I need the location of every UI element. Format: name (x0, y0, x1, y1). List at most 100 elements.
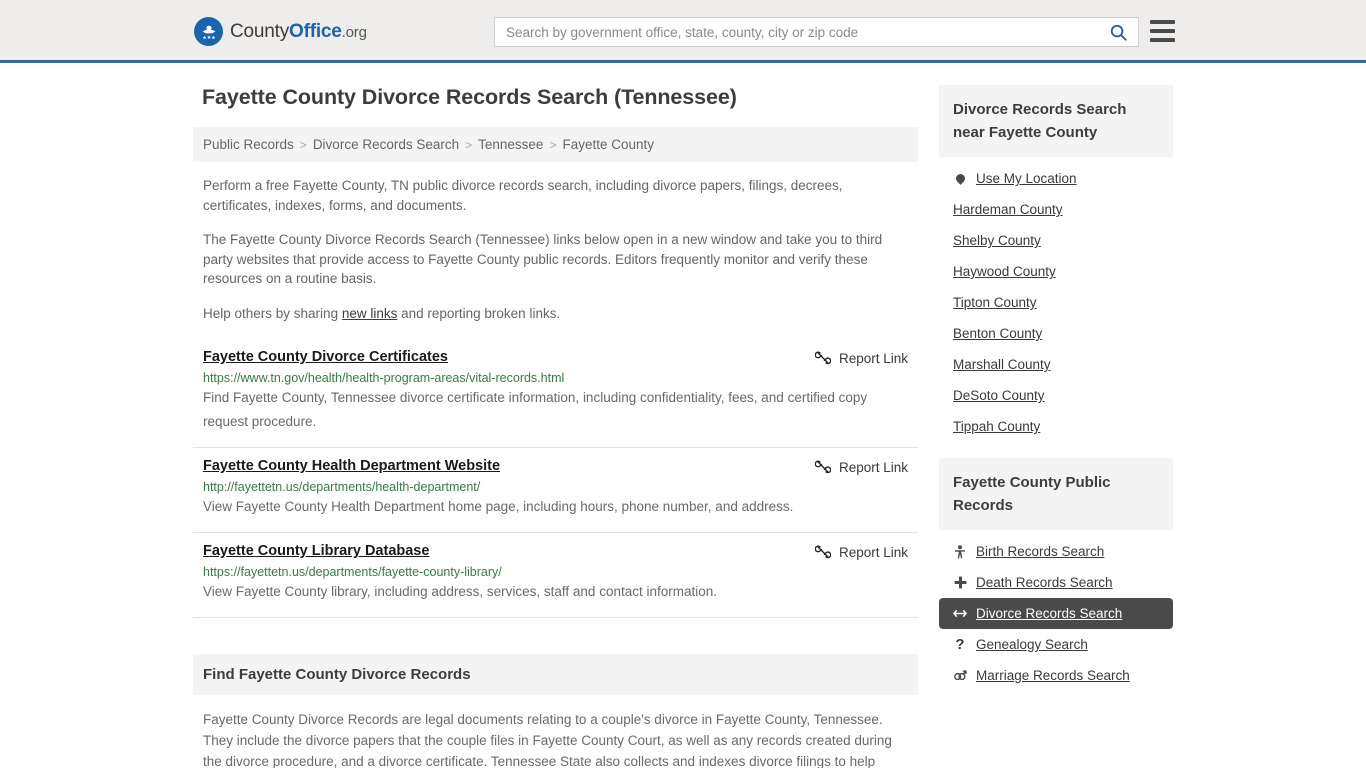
broken-link-icon (814, 545, 831, 559)
intro-paragraph-2: The Fayette County Divorce Records Searc… (203, 232, 883, 286)
result-header: Fayette County Health Department Website… (203, 458, 908, 475)
sidebar-item-genealogy-search[interactable]: ? Genealogy Search (939, 629, 1173, 660)
breadcrumb-separator: > (299, 137, 307, 152)
question-mark-icon: ? (955, 636, 965, 653)
sidebar-item-death-records-search[interactable]: Death Records Search (939, 567, 1173, 598)
nearby-search-list: Use My Location Hardeman County Shelby C… (939, 157, 1173, 442)
sidebar-item-tippah-county[interactable]: Tippah County (939, 411, 1173, 442)
nearby-search-card: Divorce Records Search near Fayette Coun… (939, 85, 1173, 442)
sidebar-item-label[interactable]: Tipton County (953, 295, 1037, 310)
sidebar-item-label[interactable]: Genealogy Search (976, 637, 1088, 652)
sidebar-item-desoto-county[interactable]: DeSoto County (939, 380, 1173, 411)
sidebar-item-shelby-county[interactable]: Shelby County (939, 225, 1173, 256)
sidebar-item-label[interactable]: DeSoto County (953, 388, 1045, 403)
eagle-shield-logo-icon (194, 17, 223, 46)
sidebar-item-divorce-records-search[interactable]: Divorce Records Search (939, 598, 1173, 629)
result-item: Fayette County Divorce Certificates Repo… (193, 339, 918, 448)
result-header: Fayette County Library Database Report L… (203, 543, 908, 560)
find-records-section: Find Fayette County Divorce Records Faye… (193, 654, 918, 768)
new-links-link[interactable]: new links (342, 306, 398, 321)
map-pin-icon (953, 172, 967, 185)
hamburger-menu-icon[interactable] (1150, 20, 1175, 42)
sidebar-item-label[interactable]: Death Records Search (976, 575, 1113, 590)
site-header: CountyOffice.org (0, 0, 1366, 63)
result-title-link[interactable]: Fayette County Library Database (203, 543, 429, 559)
breadcrumb-separator: > (465, 137, 473, 152)
intro-text: Perform a free Fayette County, TN public… (193, 176, 918, 323)
result-header: Fayette County Divorce Certificates Repo… (203, 349, 908, 366)
hamburger-bar-1 (1150, 20, 1175, 24)
sidebar-item-label[interactable]: Benton County (953, 326, 1042, 341)
gender-symbols-icon (953, 669, 967, 682)
hamburger-bar-3 (1150, 38, 1175, 42)
sidebar-item-haywood-county[interactable]: Haywood County (939, 256, 1173, 287)
breadcrumb-item-divorce-records-search[interactable]: Divorce Records Search (313, 137, 459, 152)
hamburger-bar-2 (1150, 29, 1175, 33)
cross-icon (953, 576, 967, 589)
report-link-button[interactable]: Report Link (814, 349, 908, 366)
result-item: Fayette County Library Database Report L… (193, 533, 918, 618)
find-records-heading: Find Fayette County Divorce Records (193, 654, 918, 695)
logo-text-office: Office (289, 20, 342, 42)
intro-paragraph-3: Help others by sharing new links and rep… (193, 304, 918, 324)
intro-p3-before: Help others by sharing (203, 305, 342, 321)
sidebar-item-tipton-county[interactable]: Tipton County (939, 287, 1173, 318)
result-url[interactable]: http://fayettetn.us/departments/health-d… (203, 480, 908, 494)
breadcrumb-item-fayette-county[interactable]: Fayette County (562, 137, 654, 152)
site-logo-text: CountyOffice.org (230, 21, 367, 43)
sidebar-item-benton-county[interactable]: Benton County (939, 318, 1173, 349)
sidebar-item-hardeman-county[interactable]: Hardeman County (939, 194, 1173, 225)
sidebar: Divorce Records Search near Fayette Coun… (939, 85, 1173, 768)
sidebar-item-label[interactable]: Shelby County (953, 233, 1041, 248)
search-bar (494, 17, 1139, 47)
sidebar-item-label[interactable]: Divorce Records Search (976, 606, 1122, 621)
breadcrumb: Public Records > Divorce Records Search … (193, 127, 918, 162)
report-link-button[interactable]: Report Link (814, 458, 908, 475)
intro-paragraph-1: Perform a free Fayette County, TN public… (203, 178, 843, 213)
sidebar-item-marshall-county[interactable]: Marshall County (939, 349, 1173, 380)
breadcrumb-separator: > (549, 137, 557, 152)
public-records-list: Birth Records Search Death Records Searc… (939, 530, 1173, 691)
sidebar-item-label[interactable]: Marriage Records Search (976, 668, 1130, 683)
result-description: View Fayette County Health Department ho… (203, 499, 794, 514)
sidebar-item-label[interactable]: Hardeman County (953, 202, 1063, 217)
result-description: Find Fayette County, Tennessee divorce c… (203, 390, 868, 429)
sidebar-item-label[interactable]: Marshall County (953, 357, 1051, 372)
baby-icon (953, 544, 967, 559)
public-records-heading: Fayette County Public Records (939, 458, 1173, 530)
result-title-link[interactable]: Fayette County Divorce Certificates (203, 349, 448, 365)
result-description: View Fayette County library, including a… (203, 584, 718, 599)
logo-text-county: County (230, 20, 290, 42)
intro-p3-after: and reporting broken links. (397, 305, 561, 321)
main-column: Fayette County Divorce Records Search (T… (193, 85, 918, 768)
search-button[interactable] (1098, 18, 1138, 46)
broken-link-icon (814, 460, 831, 474)
sidebar-item-label[interactable]: Haywood County (953, 264, 1056, 279)
broken-link-icon (814, 351, 831, 365)
sidebar-item-label[interactable]: Birth Records Search (976, 544, 1104, 559)
sidebar-item-label[interactable]: Use My Location (976, 171, 1077, 186)
result-url[interactable]: https://www.tn.gov/health/health-program… (203, 371, 908, 385)
report-link-button[interactable]: Report Link (814, 543, 908, 560)
find-records-body: Fayette County Divorce Records are legal… (203, 712, 892, 768)
result-url[interactable]: https://fayettetn.us/departments/fayette… (203, 565, 908, 579)
report-link-label: Report Link (838, 459, 908, 475)
search-input[interactable] (495, 18, 1098, 46)
site-logo[interactable]: CountyOffice.org (194, 17, 367, 46)
sidebar-item-label[interactable]: Tippah County (953, 419, 1040, 434)
content-container: Fayette County Divorce Records Search (T… (193, 63, 1173, 768)
sidebar-item-use-my-location[interactable]: Use My Location (939, 163, 1173, 194)
report-link-label: Report Link (838, 544, 908, 560)
result-item: Fayette County Health Department Website… (193, 448, 918, 533)
public-records-card: Fayette County Public Records Birth Reco… (939, 458, 1173, 691)
breadcrumb-item-tennessee[interactable]: Tennessee (478, 137, 543, 152)
logo-text-org: .org (341, 23, 367, 41)
breadcrumb-item-public-records[interactable]: Public Records (203, 137, 294, 152)
sidebar-item-birth-records-search[interactable]: Birth Records Search (939, 536, 1173, 567)
result-title-link[interactable]: Fayette County Health Department Website (203, 458, 500, 474)
report-link-label: Report Link (838, 350, 908, 366)
split-arrows-icon (953, 608, 967, 619)
sidebar-item-marriage-records-search[interactable]: Marriage Records Search (939, 660, 1173, 691)
nearby-search-heading: Divorce Records Search near Fayette Coun… (939, 85, 1173, 157)
page-body: Fayette County Divorce Records Search (T… (0, 63, 1366, 768)
